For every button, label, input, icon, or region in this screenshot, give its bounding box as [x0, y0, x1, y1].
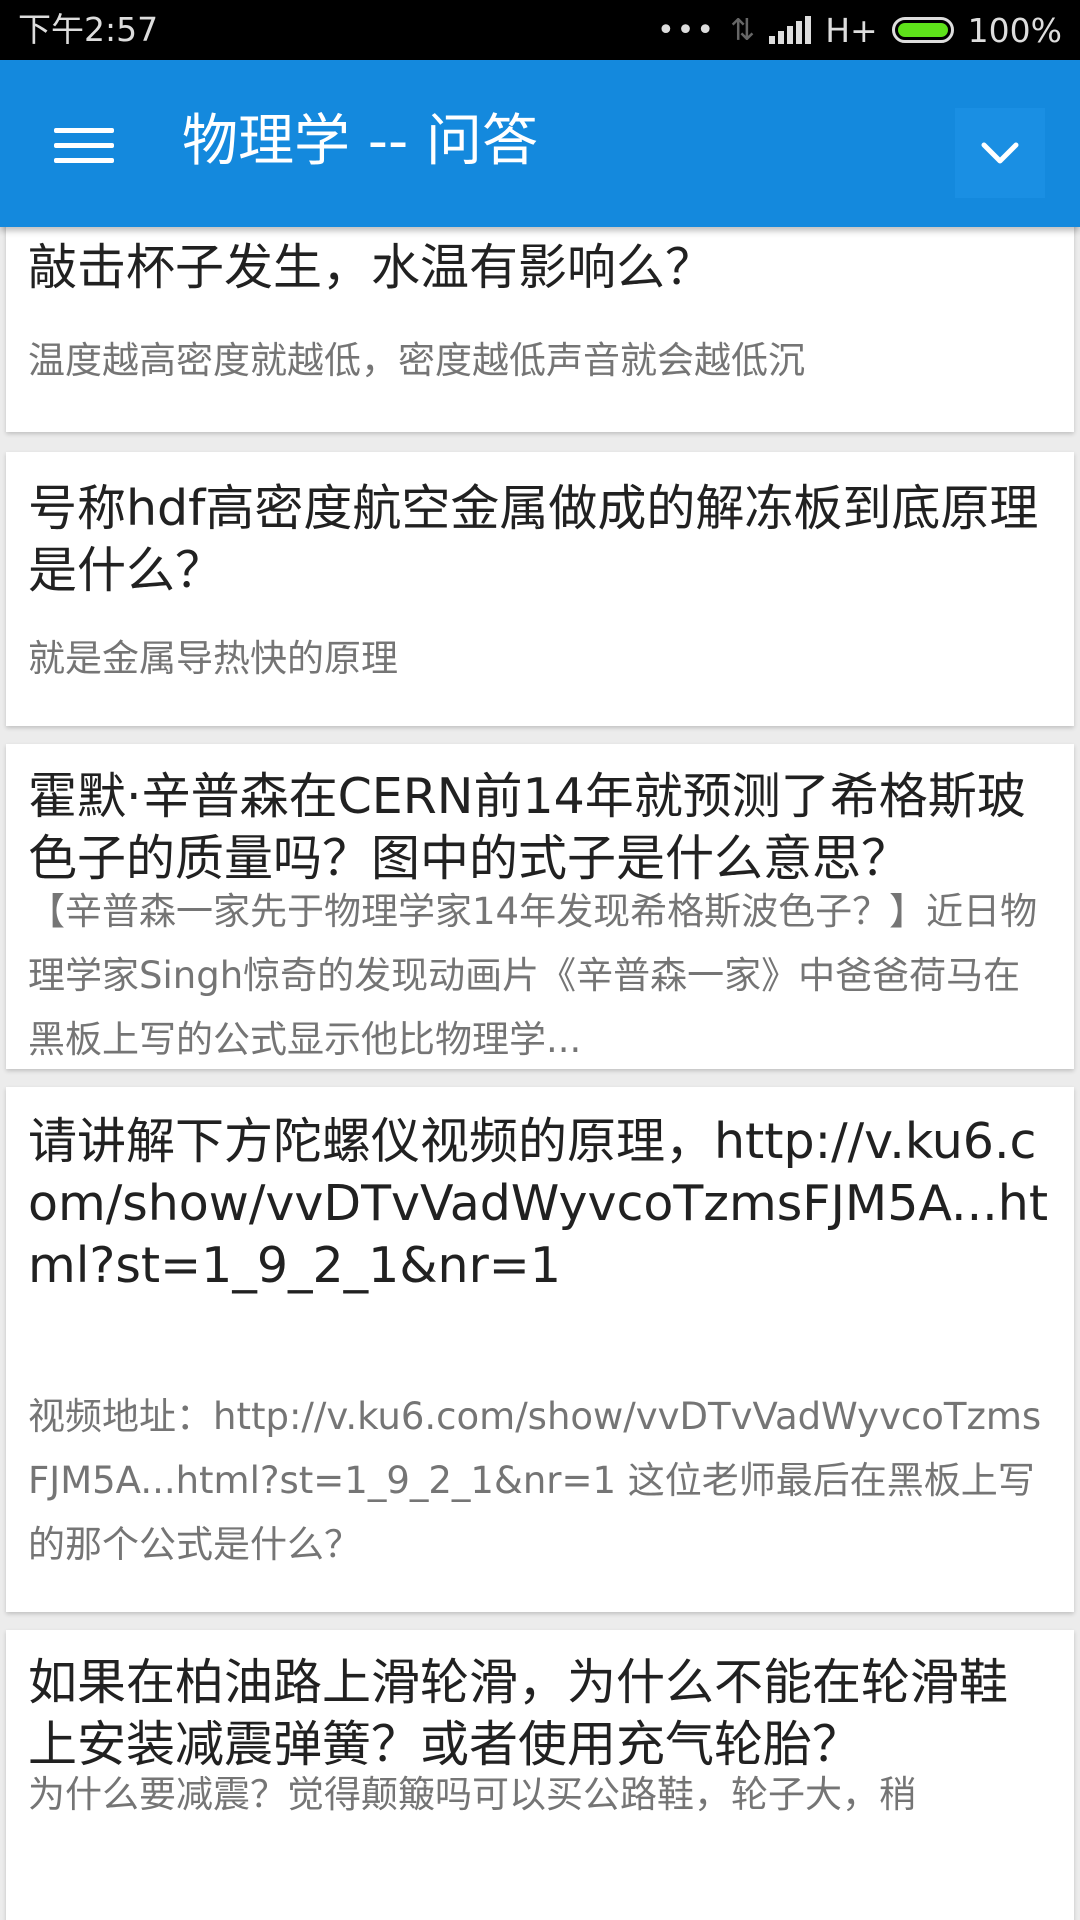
status-time: 下午2:57: [18, 10, 159, 49]
question-title: 如果在柏油路上滑轮滑，为什么不能在轮滑鞋上安装减震弹簧？或者使用充气轮胎？: [28, 1654, 1009, 1773]
battery-fill: [897, 23, 948, 37]
status-bar: 下午2:57 ••• ⇅ H+ 100%: [0, 0, 1080, 60]
question-title: 霍默·辛普森在CERN前14年就预测了希格斯玻色子的质量吗？图中的式子是什么意思…: [28, 768, 1026, 887]
question-card[interactable]: 号称hdf高密度航空金属做成的解冻板到底原理是什么？ 就是金属导热快的原理: [6, 452, 1074, 726]
status-icons: ••• ⇅ H+ 100%: [657, 8, 1062, 52]
question-summary: 温度越高密度就越低，密度越低声音就会越低沉: [28, 339, 805, 382]
chevron-down-icon[interactable]: [955, 108, 1045, 198]
network-type: H+: [825, 10, 878, 50]
question-summary: 【辛普森一家先于物理学家14年发现希格斯波色子？】近日物理学家Singh惊奇的发…: [28, 890, 1038, 1061]
question-title: 敲击杯子发生，水温有影响么？: [28, 239, 715, 296]
question-card[interactable]: 请讲解下方陀螺仪视频的原理，http://v.ku6.com/show/vvDT…: [6, 1087, 1074, 1612]
question-summary: 为什么要减震？觉得颠簸吗可以买公路鞋，轮子大，稍: [28, 1773, 916, 1816]
menu-icon[interactable]: [44, 118, 116, 174]
battery-percent: 100%: [967, 10, 1062, 50]
more-notifications-icon: •••: [656, 12, 717, 48]
app-bar: 物理学 -- 问答: [0, 60, 1080, 227]
question-summary: 就是金属导热快的原理: [28, 637, 398, 680]
question-card[interactable]: 如果在柏油路上滑轮滑，为什么不能在轮滑鞋上安装减震弹簧？或者使用充气轮胎？ 为什…: [6, 1630, 1074, 1920]
page-title: 物理学 -- 问答: [182, 109, 539, 174]
battery-icon: [891, 17, 954, 43]
signal-strength-icon: [769, 16, 812, 44]
question-card[interactable]: 敲击杯子发生，水温有影响么？ 温度越高密度就越低，密度越低声音就会越低沉: [6, 227, 1074, 432]
question-summary: 视频地址：http://v.ku6.com/show/vvDTvVadWyvco…: [28, 1395, 1042, 1566]
question-title: 号称hdf高密度航空金属做成的解冻板到底原理是什么？: [28, 480, 1039, 599]
question-card[interactable]: 霍默·辛普森在CERN前14年就预测了希格斯玻色子的质量吗？图中的式子是什么意思…: [6, 744, 1074, 1069]
data-activity-icon: ⇅: [730, 12, 756, 48]
question-list[interactable]: 敲击杯子发生，水温有影响么？ 温度越高密度就越低，密度越低声音就会越低沉 号称h…: [0, 227, 1080, 1920]
question-title: 请讲解下方陀螺仪视频的原理，http://v.ku6.com/show/vvDT…: [28, 1113, 1049, 1294]
